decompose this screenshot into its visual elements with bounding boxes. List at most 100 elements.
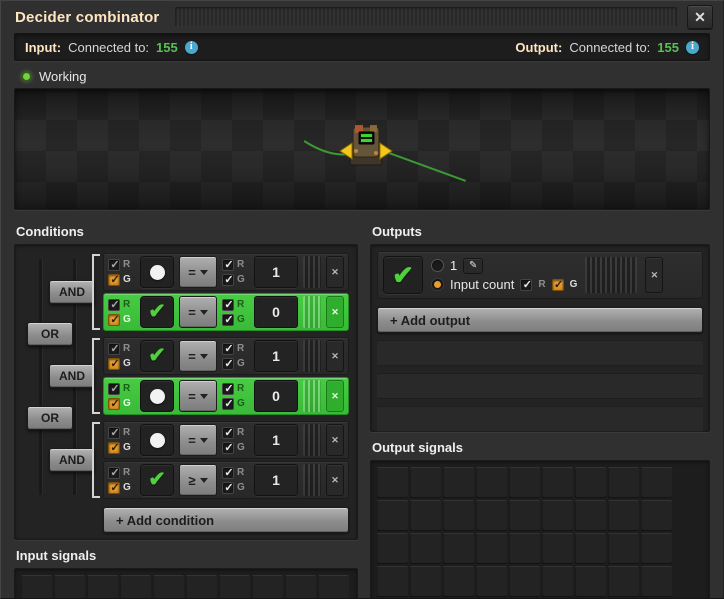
close-button[interactable]: ✕ [687, 5, 713, 29]
empty-signal-slot[interactable] [120, 575, 151, 599]
add-condition-button[interactable]: + Add condition [103, 507, 349, 533]
empty-signal-slot[interactable] [443, 533, 474, 564]
empty-signal-slot[interactable] [575, 533, 606, 564]
empty-signal-slot[interactable] [476, 467, 507, 498]
remove-condition-button[interactable]: ✕ [326, 296, 344, 328]
green-wire-checkbox[interactable] [108, 442, 120, 454]
empty-signal-slot[interactable] [410, 566, 441, 597]
empty-signal-slot[interactable] [608, 533, 639, 564]
empty-signal-slot[interactable] [641, 467, 672, 498]
constant-value-radio[interactable] [431, 259, 444, 272]
remove-output-button[interactable]: ✕ [645, 257, 663, 293]
red-wire-checkbox[interactable] [108, 343, 120, 355]
empty-signal-slot[interactable] [641, 533, 672, 564]
empty-signal-slot[interactable] [377, 533, 408, 564]
empty-signal-slot[interactable] [377, 566, 408, 597]
comparator-dropdown[interactable]: = [179, 340, 217, 372]
remove-condition-button[interactable]: ✕ [326, 424, 344, 456]
add-output-button[interactable]: + Add output [377, 307, 703, 333]
first-signal-button[interactable]: ✔ [140, 340, 174, 372]
row-drag-stripes[interactable] [303, 296, 321, 328]
green-wire-checkbox[interactable] [108, 314, 120, 326]
empty-signal-slot[interactable] [509, 533, 540, 564]
comparator-dropdown[interactable]: = [179, 256, 217, 288]
green-wire-checkbox[interactable] [108, 398, 120, 410]
second-operand-button[interactable]: 1 [254, 464, 298, 496]
first-signal-button[interactable]: ✔ [140, 424, 174, 456]
green-wire-checkbox[interactable] [108, 482, 120, 494]
first-signal-button[interactable]: ✔ [140, 464, 174, 496]
red-wire-checkbox[interactable] [222, 343, 234, 355]
output-signal-button[interactable]: ✔ [383, 256, 423, 294]
green-wire-checkbox[interactable] [222, 274, 234, 286]
second-operand-button[interactable]: 1 [254, 256, 298, 288]
green-wire-checkbox[interactable] [222, 442, 234, 454]
info-icon[interactable]: i [686, 41, 699, 54]
empty-signal-slot[interactable] [608, 500, 639, 531]
comparator-dropdown[interactable]: = [179, 424, 217, 456]
empty-signal-slot[interactable] [285, 575, 316, 599]
second-operand-button[interactable]: 0 [254, 380, 298, 412]
red-wire-checkbox[interactable] [222, 467, 234, 479]
empty-signal-slot[interactable] [443, 500, 474, 531]
red-wire-checkbox[interactable] [222, 383, 234, 395]
empty-signal-slot[interactable] [476, 533, 507, 564]
green-wire-checkbox[interactable] [108, 274, 120, 286]
empty-signal-slot[interactable] [476, 566, 507, 597]
red-wire-checkbox[interactable] [108, 383, 120, 395]
output-green-wire-checkbox[interactable] [552, 279, 564, 291]
second-operand-button[interactable]: 1 [254, 340, 298, 372]
empty-signal-slot[interactable] [21, 575, 52, 599]
red-wire-checkbox[interactable] [108, 299, 120, 311]
red-wire-checkbox[interactable] [108, 427, 120, 439]
empty-signal-slot[interactable] [410, 533, 441, 564]
empty-signal-slot[interactable] [54, 575, 85, 599]
red-wire-checkbox[interactable] [108, 259, 120, 271]
and-operator-button[interactable]: AND [49, 448, 95, 472]
empty-signal-slot[interactable] [318, 575, 349, 599]
row-drag-stripes[interactable] [303, 256, 321, 288]
comparator-dropdown[interactable]: = [179, 296, 217, 328]
first-signal-button[interactable]: ✔ [140, 380, 174, 412]
empty-signal-slot[interactable] [410, 467, 441, 498]
row-drag-stripes[interactable] [303, 380, 321, 412]
edit-constant-button[interactable]: ✎ [463, 258, 483, 274]
remove-condition-button[interactable]: ✕ [326, 340, 344, 372]
green-wire-checkbox[interactable] [222, 482, 234, 494]
red-wire-checkbox[interactable] [222, 427, 234, 439]
remove-condition-button[interactable]: ✕ [326, 380, 344, 412]
empty-signal-slot[interactable] [377, 467, 408, 498]
empty-signal-slot[interactable] [641, 500, 672, 531]
empty-signal-slot[interactable] [219, 575, 250, 599]
empty-signal-slot[interactable] [542, 467, 573, 498]
second-operand-button[interactable]: 0 [254, 296, 298, 328]
empty-signal-slot[interactable] [252, 575, 283, 599]
empty-signal-slot[interactable] [575, 500, 606, 531]
empty-signal-slot[interactable] [509, 566, 540, 597]
empty-signal-slot[interactable] [443, 467, 474, 498]
row-drag-stripes[interactable] [303, 464, 321, 496]
and-operator-button[interactable]: AND [49, 364, 95, 388]
first-signal-button[interactable]: ✔ [140, 296, 174, 328]
empty-signal-slot[interactable] [153, 575, 184, 599]
green-wire-checkbox[interactable] [108, 358, 120, 370]
info-icon[interactable]: i [185, 41, 198, 54]
empty-signal-slot[interactable] [542, 533, 573, 564]
empty-signal-slot[interactable] [87, 575, 118, 599]
second-operand-button[interactable]: 1 [254, 424, 298, 456]
empty-signal-slot[interactable] [186, 575, 217, 599]
row-drag-stripes[interactable] [585, 257, 637, 293]
empty-signal-slot[interactable] [476, 500, 507, 531]
row-drag-stripes[interactable] [303, 424, 321, 456]
or-operator-button[interactable]: OR [27, 406, 73, 430]
empty-signal-slot[interactable] [641, 566, 672, 597]
red-wire-checkbox[interactable] [222, 299, 234, 311]
and-operator-button[interactable]: AND [49, 280, 95, 304]
empty-signal-slot[interactable] [443, 566, 474, 597]
empty-signal-slot[interactable] [608, 467, 639, 498]
empty-signal-slot[interactable] [377, 500, 408, 531]
output-red-wire-checkbox[interactable] [520, 279, 532, 291]
empty-signal-slot[interactable] [410, 500, 441, 531]
empty-signal-slot[interactable] [575, 566, 606, 597]
window-drag-handle[interactable] [175, 7, 677, 27]
